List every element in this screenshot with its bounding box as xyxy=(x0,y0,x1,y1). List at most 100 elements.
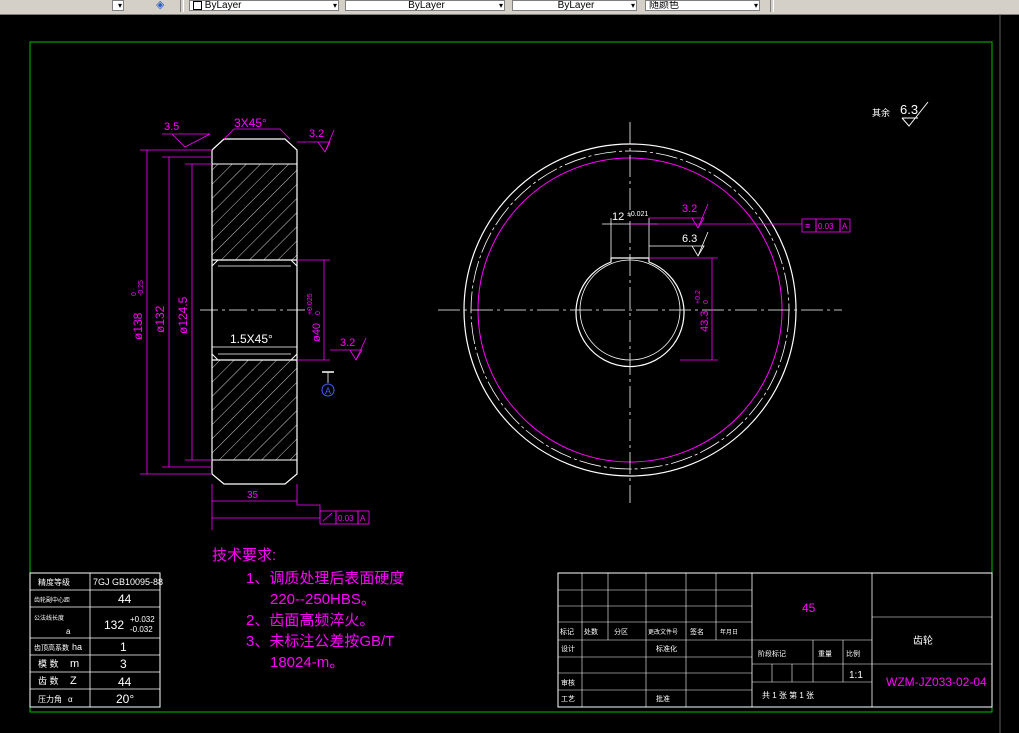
tb-header: 标准化 xyxy=(656,644,677,653)
hatch-upper xyxy=(212,164,297,260)
dim-od-tol-upper: 0 xyxy=(131,292,138,296)
param-tol-upper: +0.032 xyxy=(130,615,155,624)
param-symbol: α xyxy=(68,695,73,704)
param-label: 齿顶高系数 xyxy=(34,643,69,652)
tech-req-item3: 3、未标注公差按GB/T xyxy=(246,633,394,650)
gear-parameter-table: 精度等级 7GJ GB10095-88 齿轮副中心距 44 公法线长度 a 13… xyxy=(29,572,163,708)
properties-toolbar: ▾ ◈ ByLayer ▾ ByLayer ▾ ByLayer ▾ 随颜色 ▾ xyxy=(0,0,1019,15)
param-value: 1 xyxy=(120,640,127,654)
plotstyle-combo-label: 随颜色 xyxy=(649,0,679,11)
param-symbol: m xyxy=(70,658,79,670)
tb-header: 分区 xyxy=(614,627,628,636)
runout-datum: A xyxy=(360,514,366,523)
roughness-symbol-icon xyxy=(649,217,705,229)
chevron-down-icon[interactable]: ▾ xyxy=(499,1,503,10)
tech-req-item3-cont: 18024-m。 xyxy=(270,654,344,671)
roughness-3-2-top: 3.2 xyxy=(309,128,324,140)
tb-header: 处数 xyxy=(584,627,598,636)
general-roughness-note: 其余 6.3 xyxy=(872,101,929,127)
tb-header: 审核 xyxy=(561,678,575,687)
dim-bore-text: ø40 xyxy=(311,323,323,342)
drawing-canvas[interactable]: 其余 6.3 ø138 0 -0.25 ø132 ø124.5 ø40 +0.0… xyxy=(0,14,1019,733)
tb-header: 比例 xyxy=(846,649,860,658)
param-value: 7GJ GB10095-88 xyxy=(93,577,163,587)
linetype-combo[interactable]: ByLayer ▾ xyxy=(345,0,505,11)
tech-req-item2: 2、齿面高频淬火。 xyxy=(246,612,374,629)
color-combo[interactable]: ByLayer ▾ xyxy=(189,0,339,11)
tech-req-title: 技术要求: xyxy=(212,547,276,564)
dim-width-text: 35 xyxy=(247,490,259,501)
param-label: 精度等级 xyxy=(38,577,70,587)
param-label: 齿轮副中心距 xyxy=(34,596,70,604)
roughness-general-label: 其余 xyxy=(872,107,890,118)
chevron-down-icon[interactable]: ▾ xyxy=(754,1,758,10)
param-tol-lower: -0.032 xyxy=(130,625,153,634)
layer-icons[interactable]: ◈ xyxy=(150,0,176,11)
roughness-key-6-3: 6.3 xyxy=(682,233,697,245)
param-label: 公法线长度 xyxy=(34,614,64,622)
sheets-text: 共 1 张 第 1 张 xyxy=(762,690,814,700)
param-value: 20° xyxy=(116,692,134,706)
linetype-combo-label: ByLayer xyxy=(408,0,445,11)
roughness-symbol-icon xyxy=(649,245,705,257)
param-symbol: a xyxy=(66,627,71,636)
drawing-frame xyxy=(29,41,993,713)
param-value: 3 xyxy=(120,657,127,671)
param-symbol: ha xyxy=(72,642,82,652)
key-depth-tol-lower: 0 xyxy=(703,300,710,304)
gear-front-view: 12 ±0.021 3.2 6.3 ≡ 0.03 A 43.3 +0.2 0 xyxy=(438,122,851,503)
roughness-key-3-2: 3.2 xyxy=(682,203,697,215)
param-value: 132 xyxy=(104,618,124,632)
tb-header: 年月日 xyxy=(720,628,738,636)
material-text: 45 xyxy=(802,601,816,615)
dim-od-tol-lower: -0.25 xyxy=(138,280,145,296)
chevron-down-icon[interactable]: ▾ xyxy=(631,1,635,10)
tech-req-item1-cont: 220--250HBS。 xyxy=(270,591,376,608)
drawing-number-text: WZM-JZ033-02-04 xyxy=(886,675,987,689)
technical-requirements: 技术要求: 1、调质处理后表面硬度 220--250HBS。 2、齿面高频淬火。… xyxy=(212,547,404,671)
tb-header: 阶段标记 xyxy=(758,649,786,658)
lineweight-combo[interactable]: ByLayer ▾ xyxy=(512,0,637,11)
chamfer-bore-text: 1.5X45° xyxy=(230,332,273,346)
tb-header: 更改文件号 xyxy=(648,628,678,636)
roughness-general-value: 6.3 xyxy=(900,102,918,117)
param-label: 齿 数 xyxy=(38,675,59,686)
runout-value: 0.03 xyxy=(338,514,354,523)
dim-od-text: ø138 xyxy=(131,312,145,340)
key-width-tol: ±0.021 xyxy=(627,211,648,218)
param-label: 模 数 xyxy=(38,658,59,669)
title-block: 标记 处数 分区 更改文件号 签名 年月日 设计 标准化 审核 工艺 批准 阶段… xyxy=(557,572,993,708)
part-name-text: 齿轮 xyxy=(913,634,933,647)
symmetry-icon: ≡ xyxy=(805,221,810,231)
plotstyle-combo[interactable]: 随颜色 ▾ xyxy=(645,0,760,11)
runout-tolerance-frame: 0.03 A xyxy=(319,510,370,525)
runout-arrow-icon xyxy=(322,512,333,522)
symmetry-value: 0.03 xyxy=(818,222,834,231)
datum-a-label: A xyxy=(325,386,331,396)
toolbar-separator xyxy=(770,0,774,12)
color-combo-label: ByLayer xyxy=(204,0,242,11)
param-label: 压力角 xyxy=(38,694,62,704)
key-width-text: 12 xyxy=(612,211,624,223)
param-value: 44 xyxy=(118,675,132,689)
dropdown-arrow[interactable]: ▾ xyxy=(112,0,124,11)
scale-text: 1:1 xyxy=(849,670,863,681)
dim-root-text: ø124.5 xyxy=(176,296,190,334)
tech-req-item1: 1、调质处理后表面硬度 xyxy=(246,570,404,587)
dim-bore-tol-upper: +0.025 xyxy=(307,293,314,315)
chamfer-top-text: 3X45° xyxy=(234,116,267,130)
roughness-symbol-icon xyxy=(297,141,331,153)
tb-header: 重量 xyxy=(818,650,832,658)
symmetry-tolerance-frame: ≡ 0.03 A xyxy=(801,218,851,233)
lineweight-combo-label: ByLayer xyxy=(557,0,595,11)
toolbar-separator xyxy=(180,0,184,12)
roughness-symbol-icon xyxy=(330,349,363,361)
layer-state-icon[interactable]: ◈ xyxy=(156,0,164,11)
tb-header: 批准 xyxy=(656,694,670,703)
param-symbol: Z xyxy=(70,675,77,687)
dim-bore-tol-lower: 0 xyxy=(315,311,322,315)
hatch-lower xyxy=(212,360,297,460)
roughness-3-5: 3.5 xyxy=(164,121,179,133)
chevron-down-icon[interactable]: ▾ xyxy=(333,1,337,10)
key-depth-text: 43.3 xyxy=(699,311,711,332)
